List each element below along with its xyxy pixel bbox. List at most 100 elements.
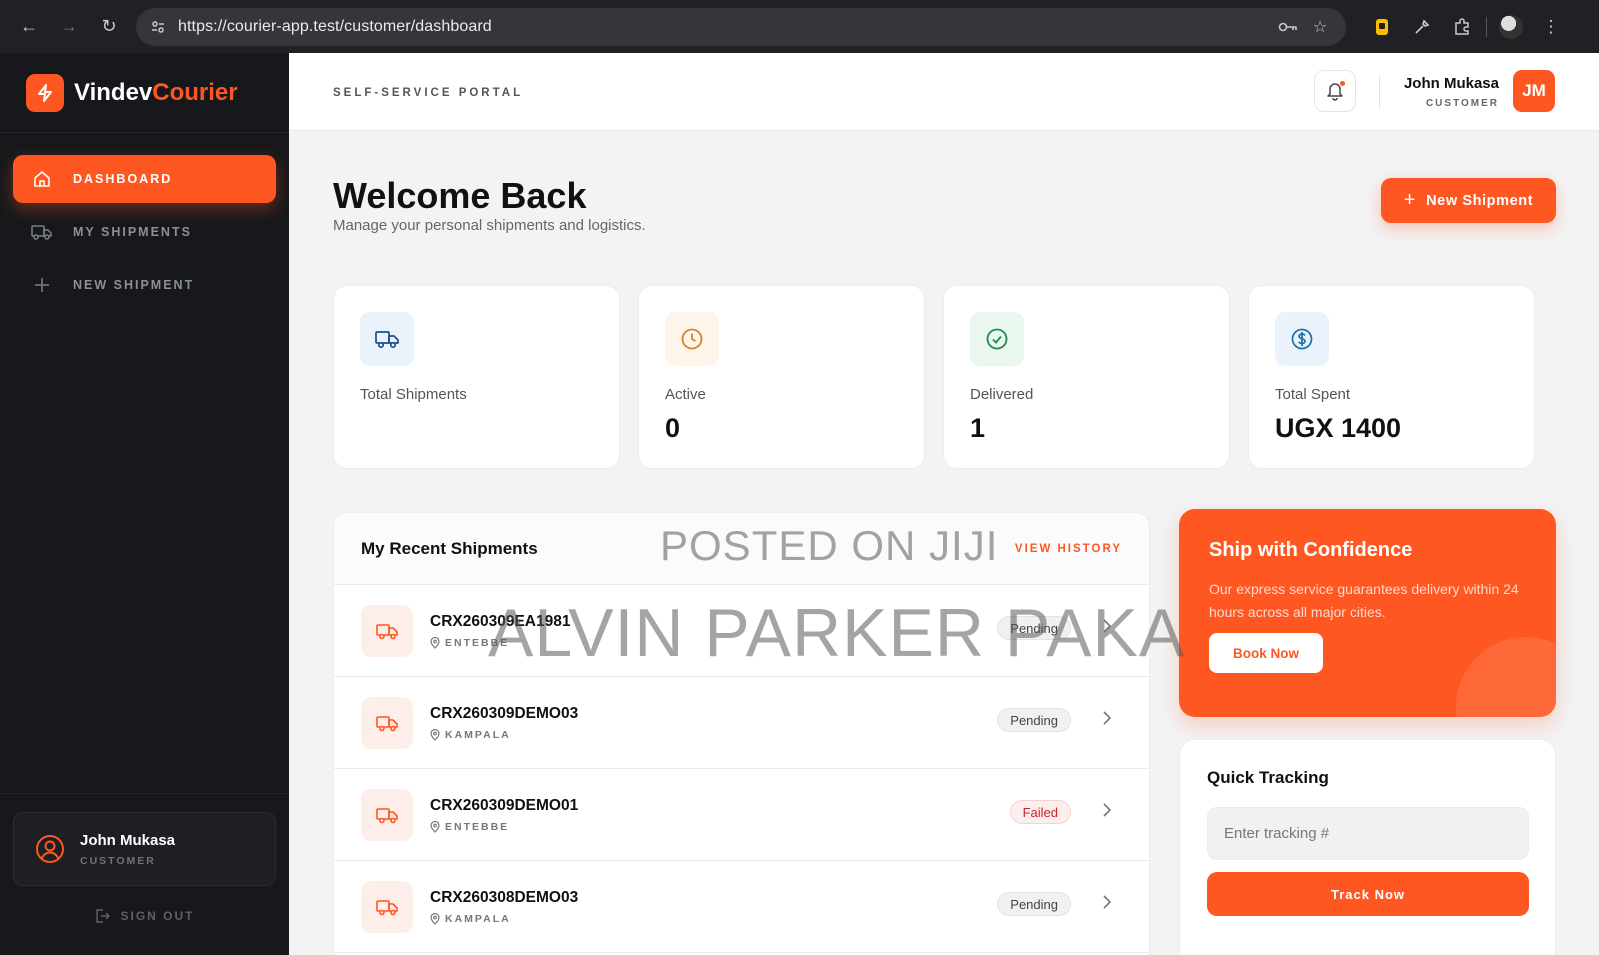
- shipment-id: CRX260309EA1981: [430, 612, 571, 630]
- recent-shipments-title: My Recent Shipments: [361, 538, 538, 558]
- stat-value: 0: [665, 413, 681, 443]
- shipment-location: KAMPALA: [430, 912, 578, 925]
- chevron-right-icon[interactable]: [1102, 710, 1112, 726]
- extension-badge-icon[interactable]: [1366, 11, 1398, 43]
- key-icon[interactable]: [1272, 11, 1304, 43]
- chevron-right-icon[interactable]: [1102, 802, 1112, 818]
- top-header: SELF-SERVICE PORTAL John Mukasa CUSTOMER…: [289, 53, 1599, 131]
- stat-label: Total Shipments: [360, 386, 467, 403]
- page-subtitle: Manage your personal shipments and logis…: [333, 217, 646, 234]
- view-history-link[interactable]: VIEW HISTORY: [1015, 543, 1122, 555]
- notifications-button[interactable]: [1314, 70, 1356, 112]
- shipment-id: CRX260309DEMO01: [430, 796, 579, 814]
- table-row[interactable]: CRX260309DEMO03 KAMPALA Pending: [334, 677, 1149, 769]
- brand-name: VindevCourier: [74, 78, 238, 106]
- portal-label: SELF-SERVICE PORTAL: [333, 87, 524, 99]
- table-row[interactable]: CRX260309EA1981 ENTEBBE Pending: [334, 585, 1149, 677]
- table-row[interactable]: CRX260308DEMO03 KAMPALA Pending: [334, 861, 1149, 953]
- stat-value: 1: [970, 413, 986, 443]
- location-label: ENTEBBE: [445, 636, 510, 649]
- address-bar[interactable]: https://courier-app.test/customer/dashbo…: [136, 7, 1346, 46]
- recent-shipments-panel: My Recent Shipments VIEW HISTORY CRX2603…: [333, 512, 1150, 955]
- shipment-location: KAMPALA: [430, 728, 578, 741]
- page-title: Welcome Back: [333, 175, 587, 216]
- shipment-location: ENTEBBE: [430, 820, 578, 833]
- quick-tracking-panel: Quick Tracking Track Now: [1179, 739, 1556, 955]
- location-label: KAMPALA: [445, 728, 511, 741]
- sidebar-user-role: CUSTOMER: [80, 854, 156, 867]
- location-label: KAMPALA: [445, 912, 511, 925]
- new-shipment-button[interactable]: + New Shipment: [1381, 178, 1556, 223]
- sidebar-item-label: DASHBOARD: [73, 172, 173, 186]
- sidebar-user-name: John Mukasa: [80, 831, 176, 849]
- brand-logo[interactable]: VindevCourier: [0, 53, 289, 133]
- plus-icon: [31, 274, 53, 296]
- avatar[interactable]: JM: [1513, 70, 1555, 112]
- shipment-id: CRX260309DEMO03: [430, 704, 579, 722]
- truck-icon: [361, 788, 413, 841]
- sidebar-item-label: NEW SHIPMENT: [73, 278, 195, 292]
- plus-icon: +: [1403, 189, 1417, 211]
- promo-title: Ship with Confidence: [1209, 539, 1413, 561]
- profile-avatar[interactable]: [1495, 11, 1527, 43]
- stat-card-active: Active 0: [638, 285, 925, 469]
- eyedropper-icon[interactable]: [1406, 11, 1438, 43]
- back-icon[interactable]: ←: [12, 10, 46, 44]
- side-nav: DASHBOARD MY SHIPMENTS NEW SHIPMENT: [0, 133, 289, 336]
- sidebar-user-card[interactable]: John Mukasa CUSTOMER: [13, 812, 276, 886]
- stat-label: Delivered: [970, 386, 1034, 403]
- dollar-icon: [1275, 312, 1329, 366]
- status-badge: Failed: [1009, 800, 1071, 824]
- table-row[interactable]: CRX260309DEMO01 ENTEBBE Failed: [334, 769, 1149, 861]
- forward-icon[interactable]: →: [52, 10, 86, 44]
- promo-card: Ship with Confidence Our express service…: [1179, 509, 1556, 717]
- stat-card-delivered: Delivered 1: [943, 285, 1230, 469]
- sign-out-label: SIGN OUT: [120, 909, 195, 923]
- header-user-info[interactable]: John Mukasa CUSTOMER: [1404, 75, 1499, 109]
- stat-card-total-spent: Total Spent UGX 1400: [1248, 285, 1535, 469]
- user-circle-icon: [34, 833, 66, 865]
- logout-icon: [94, 908, 111, 924]
- map-pin-icon: [430, 912, 440, 925]
- book-now-button[interactable]: Book Now: [1209, 633, 1323, 673]
- truck-icon: [361, 696, 413, 749]
- location-label: ENTEBBE: [445, 820, 510, 833]
- stat-value: UGX 1400: [1275, 413, 1402, 443]
- site-settings-icon[interactable]: [144, 13, 172, 41]
- reload-icon[interactable]: ↻: [92, 10, 126, 44]
- sidebar-item-new-shipment[interactable]: NEW SHIPMENT: [13, 261, 276, 309]
- sidebar-item-dashboard[interactable]: DASHBOARD: [13, 155, 276, 203]
- bookmark-star-icon[interactable]: ☆: [1304, 11, 1336, 43]
- sidebar-item-my-shipments[interactable]: MY SHIPMENTS: [13, 208, 276, 256]
- truck-icon: [31, 221, 53, 243]
- track-now-button[interactable]: Track Now: [1207, 872, 1529, 916]
- chevron-right-icon[interactable]: [1102, 894, 1112, 910]
- header-user-role: CUSTOMER: [1425, 98, 1499, 109]
- status-badge: Pending: [997, 892, 1071, 916]
- extensions-puzzle-icon[interactable]: [1446, 11, 1478, 43]
- new-shipment-label: New Shipment: [1426, 192, 1534, 209]
- url-text[interactable]: https://courier-app.test/customer/dashbo…: [178, 18, 1272, 36]
- lightning-icon: [26, 73, 64, 112]
- promo-description: Our express service guarantees delivery …: [1209, 581, 1519, 620]
- truck-icon: [361, 880, 413, 933]
- status-badge: Pending: [997, 616, 1071, 640]
- map-pin-icon: [430, 636, 440, 649]
- browser-toolbar: ← → ↻ https://courier-app.test/customer/…: [0, 0, 1599, 53]
- shipment-location: ENTEBBE: [430, 636, 570, 649]
- stat-label: Total Spent: [1275, 386, 1351, 403]
- shipment-id: CRX260308DEMO03: [430, 888, 579, 906]
- header-user-name: John Mukasa: [1403, 75, 1499, 92]
- tracking-number-input[interactable]: [1207, 807, 1529, 860]
- map-pin-icon: [430, 728, 440, 741]
- menu-kebab-icon[interactable]: ⋮: [1535, 11, 1567, 43]
- map-pin-icon: [430, 820, 440, 833]
- chevron-right-icon[interactable]: [1102, 618, 1112, 634]
- main-content: Welcome Back Manage your personal shipme…: [289, 131, 1599, 955]
- notification-dot: [1340, 81, 1345, 86]
- clock-icon: [665, 312, 719, 366]
- sidebar-footer: John Mukasa CUSTOMER SIGN OUT: [0, 793, 289, 955]
- stat-label: Active: [665, 386, 706, 403]
- truck-icon: [361, 604, 413, 657]
- sign-out-button[interactable]: SIGN OUT: [0, 908, 289, 924]
